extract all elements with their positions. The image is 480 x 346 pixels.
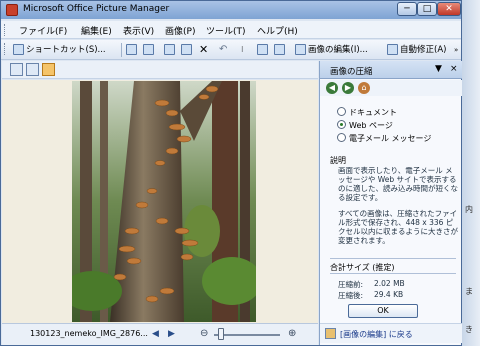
radio-web-page[interactable] <box>337 120 346 129</box>
menu-tools[interactable]: ツール(T) <box>206 24 246 37</box>
rotate-right-icon <box>274 44 285 55</box>
size-after-label: 圧縮後: <box>338 291 364 300</box>
radio-email[interactable] <box>337 133 346 142</box>
edit-image-label: 画像の編集(I)... <box>308 45 368 55</box>
image-viewer <box>2 80 318 323</box>
close-button[interactable]: ✕ <box>437 2 461 16</box>
shortcut-button[interactable]: ショートカット(S)... <box>13 43 106 57</box>
title-bar[interactable]: Microsoft Office Picture Manager ─ □ ✕ <box>1 1 461 19</box>
app-icon <box>6 4 18 16</box>
save-icon <box>126 44 137 55</box>
forward-icon[interactable]: ▶ <box>342 82 354 94</box>
menu-help[interactable]: ヘルプ(H) <box>257 24 298 37</box>
toolbar: ショートカット(S)... ✕ ↶ ⁝ 画像の編集(I)... 自動修正(A) … <box>1 40 461 60</box>
status-bar: 130123_nemeko_IMG_2876... ◀ ▶ ⊖ ⊕ <box>2 323 318 345</box>
window-title: Microsoft Office Picture Manager <box>23 4 170 14</box>
rotate-right-button[interactable] <box>274 43 287 57</box>
save-button[interactable] <box>126 43 139 57</box>
undo-icon[interactable]: ↶ <box>219 43 227 57</box>
copy-button[interactable] <box>164 43 177 57</box>
radio-document-label: ドキュメント <box>349 108 397 117</box>
edit-image-icon <box>295 44 306 55</box>
edit-image-button[interactable]: 画像の編集(I)... <box>295 43 368 57</box>
background-text: き <box>465 325 473 334</box>
radio-email-label: 電子メール メッセージ <box>349 134 432 143</box>
radio-web-page-label: Web ページ <box>349 121 393 130</box>
rotate-left-icon <box>257 44 268 55</box>
paste-button[interactable] <box>181 43 194 57</box>
description-heading: 説明 <box>330 156 346 165</box>
minimize-button[interactable]: ─ <box>397 2 417 16</box>
menu-image[interactable]: 画像(P) <box>165 24 195 37</box>
divider <box>330 258 456 259</box>
task-pane-nav: ◀ ▶ ⌂ <box>320 80 462 96</box>
task-pane-close-button[interactable]: × <box>450 64 458 74</box>
view-mode-bar <box>2 61 318 79</box>
zoom-in-icon[interactable]: ⊕ <box>288 328 296 339</box>
task-pane-title: 画像の圧縮 <box>330 67 373 77</box>
ok-button[interactable]: OK <box>348 304 418 318</box>
delete-icon[interactable]: ✕ <box>199 43 208 57</box>
back-to-edit-link[interactable]: [画像の編集] に戻る <box>340 329 413 340</box>
maximize-button[interactable]: □ <box>417 2 437 16</box>
single-view-icon[interactable] <box>42 63 55 76</box>
copy-icon <box>164 44 175 55</box>
background-text: 内 <box>465 205 473 214</box>
app-window: Microsoft Office Picture Manager ─ □ ✕ フ… <box>0 0 462 346</box>
menu-file[interactable]: ファイル(F) <box>19 24 67 37</box>
task-pane: 画像の圧縮 ▼ × ◀ ▶ ⌂ ドキュメント Web ページ 電子メール メッセ… <box>319 61 462 345</box>
thumbnail-view-icon[interactable] <box>10 63 23 76</box>
back-icon[interactable]: ◀ <box>326 82 338 94</box>
shortcut-icon <box>13 44 24 55</box>
auto-fix-label: 自動修正(A) <box>400 45 447 55</box>
zoom-out-icon[interactable]: ⊖ <box>200 328 208 339</box>
paste-icon <box>181 44 192 55</box>
shortcut-label: ショートカット(S)... <box>26 45 106 55</box>
menubar-grip[interactable] <box>4 24 7 36</box>
background-text: ま <box>465 287 473 296</box>
toolbar-separator <box>121 43 122 57</box>
file-name: 130123_nemeko_IMG_2876... <box>30 329 148 338</box>
filmstrip-view-icon[interactable] <box>26 63 39 76</box>
toolbar-grip[interactable] <box>4 43 7 55</box>
home-icon[interactable]: ⌂ <box>358 82 370 94</box>
menu-bar: ファイル(F) 編集(E) 表示(V) 画像(P) ツール(T) ヘルプ(H) <box>1 21 461 39</box>
photo-preview <box>72 81 256 322</box>
next-image-icon[interactable]: ▶ <box>168 329 175 339</box>
radio-document[interactable] <box>337 107 346 116</box>
size-before-value: 2.02 MB <box>374 279 405 288</box>
chevron-down-icon[interactable]: ▼ <box>435 64 442 74</box>
auto-fix-icon <box>387 44 398 55</box>
edit-image-icon <box>325 328 336 339</box>
total-size-heading: 合計サイズ (推定) <box>330 263 395 272</box>
description-text-2: すべての画像は、圧縮されたファイル形式で保存され、448 x 336 ピクセル以… <box>338 209 458 245</box>
toolbar-overflow-icon[interactable]: ⁝ <box>241 43 244 57</box>
menu-edit[interactable]: 編集(E) <box>81 24 112 37</box>
previous-image-icon[interactable]: ◀ <box>152 329 159 339</box>
auto-fix-button[interactable]: 自動修正(A) <box>387 43 446 57</box>
divider <box>330 273 456 274</box>
background-window-strip: 内 ま き <box>462 0 480 346</box>
rotate-left-button[interactable] <box>257 43 270 57</box>
size-after-value: 29.4 KB <box>374 290 404 299</box>
save-all-button[interactable] <box>143 43 156 57</box>
save-all-icon <box>143 44 154 55</box>
toolbar-more-icon[interactable]: » <box>454 43 458 57</box>
task-pane-footer: [画像の編集] に戻る <box>320 323 462 343</box>
zoom-slider-thumb[interactable] <box>218 328 224 340</box>
size-before-label: 圧縮前: <box>338 280 364 289</box>
description-text-1: 画面で表示したり、電子メール メッセージや Web サイトで表示するのに適した、… <box>338 166 458 202</box>
menu-view[interactable]: 表示(V) <box>123 24 154 37</box>
task-pane-header: 画像の圧縮 ▼ × <box>320 61 462 79</box>
